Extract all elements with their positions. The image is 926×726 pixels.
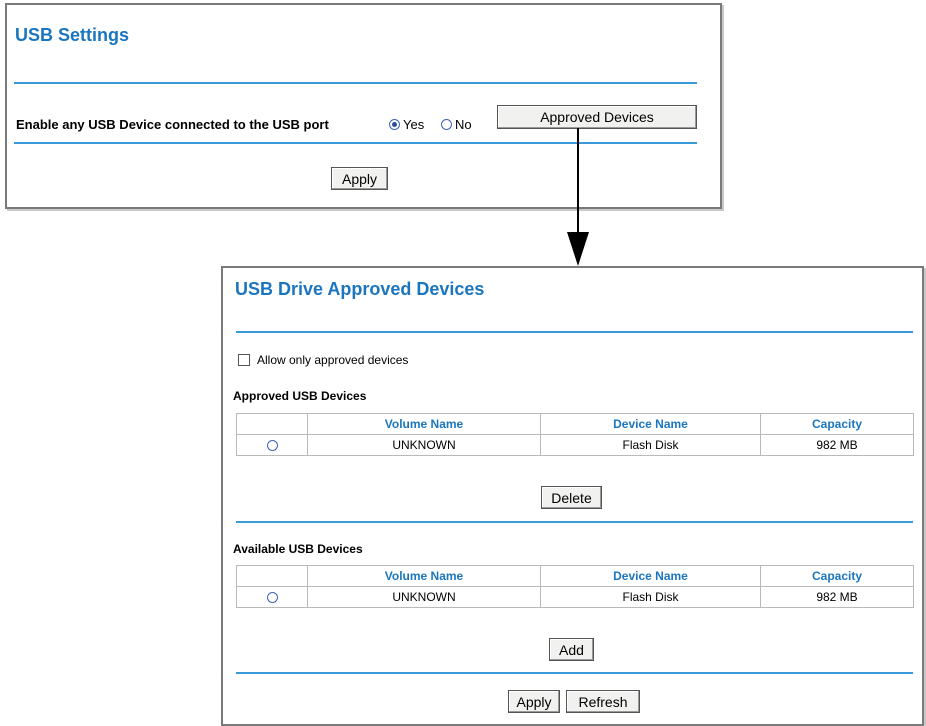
capacity-cell: 982 MB xyxy=(760,434,914,456)
refresh-button[interactable]: Refresh xyxy=(566,690,640,713)
select-cell xyxy=(236,586,308,608)
select-column-header xyxy=(236,565,308,587)
apply-button[interactable]: Apply xyxy=(508,690,560,713)
select-cell xyxy=(236,434,308,456)
apply-button[interactable]: Apply xyxy=(331,167,388,190)
no-radio[interactable] xyxy=(441,119,452,130)
arrow-head-icon xyxy=(567,232,589,266)
divider-middle xyxy=(236,521,913,523)
column-header-capacity: Capacity xyxy=(760,413,914,435)
approved-devices-table: Volume Name Device Name Capacity UNKNOWN… xyxy=(236,413,914,456)
table-row: UNKNOWN Flash Disk 982 MB xyxy=(236,586,914,608)
available-usb-devices-heading: Available USB Devices xyxy=(233,542,363,556)
add-button[interactable]: Add xyxy=(549,638,594,661)
volume-name-cell: UNKNOWN xyxy=(307,434,541,456)
approved-device-select-radio[interactable] xyxy=(266,440,278,452)
column-header-volume-name: Volume Name xyxy=(307,565,541,587)
available-device-select-radio[interactable] xyxy=(266,592,278,604)
device-name-cell: Flash Disk xyxy=(540,586,761,608)
divider-top xyxy=(14,82,697,84)
volume-name-cell: UNKNOWN xyxy=(307,586,541,608)
column-header-device-name: Device Name xyxy=(540,565,761,587)
capacity-cell: 982 MB xyxy=(760,586,914,608)
usb-approved-devices-panel: USB Drive Approved Devices Allow only ap… xyxy=(221,266,924,726)
yes-radio[interactable] xyxy=(389,119,400,130)
yes-label: Yes xyxy=(403,117,425,132)
select-column-header xyxy=(236,413,308,435)
table-header-row: Volume Name Device Name Capacity xyxy=(236,413,914,435)
approved-devices-button[interactable]: Approved Devices xyxy=(497,105,697,129)
enable-usb-label: Enable any USB Device connected to the U… xyxy=(16,117,329,132)
allow-only-approved-checkbox[interactable] xyxy=(238,354,250,366)
available-devices-table: Volume Name Device Name Capacity UNKNOWN… xyxy=(236,565,914,608)
column-header-volume-name: Volume Name xyxy=(307,413,541,435)
device-name-cell: Flash Disk xyxy=(540,434,761,456)
divider-title xyxy=(236,331,913,333)
delete-button[interactable]: Delete xyxy=(541,486,602,509)
column-header-device-name: Device Name xyxy=(540,413,761,435)
approved-usb-devices-heading: Approved USB Devices xyxy=(233,389,367,403)
down-arrow-icon xyxy=(577,128,579,246)
approved-devices-title: USB Drive Approved Devices xyxy=(235,279,485,299)
divider-bottom xyxy=(14,142,697,144)
no-label: No xyxy=(455,117,472,132)
divider-bottom xyxy=(236,672,913,674)
usb-settings-title: USB Settings xyxy=(15,25,130,45)
column-header-capacity: Capacity xyxy=(760,565,914,587)
table-header-row: Volume Name Device Name Capacity xyxy=(236,565,914,587)
usb-settings-panel: USB Settings Enable any USB Device conne… xyxy=(5,3,722,209)
allow-only-approved-label: Allow only approved devices xyxy=(257,353,409,367)
table-row: UNKNOWN Flash Disk 982 MB xyxy=(236,434,914,456)
